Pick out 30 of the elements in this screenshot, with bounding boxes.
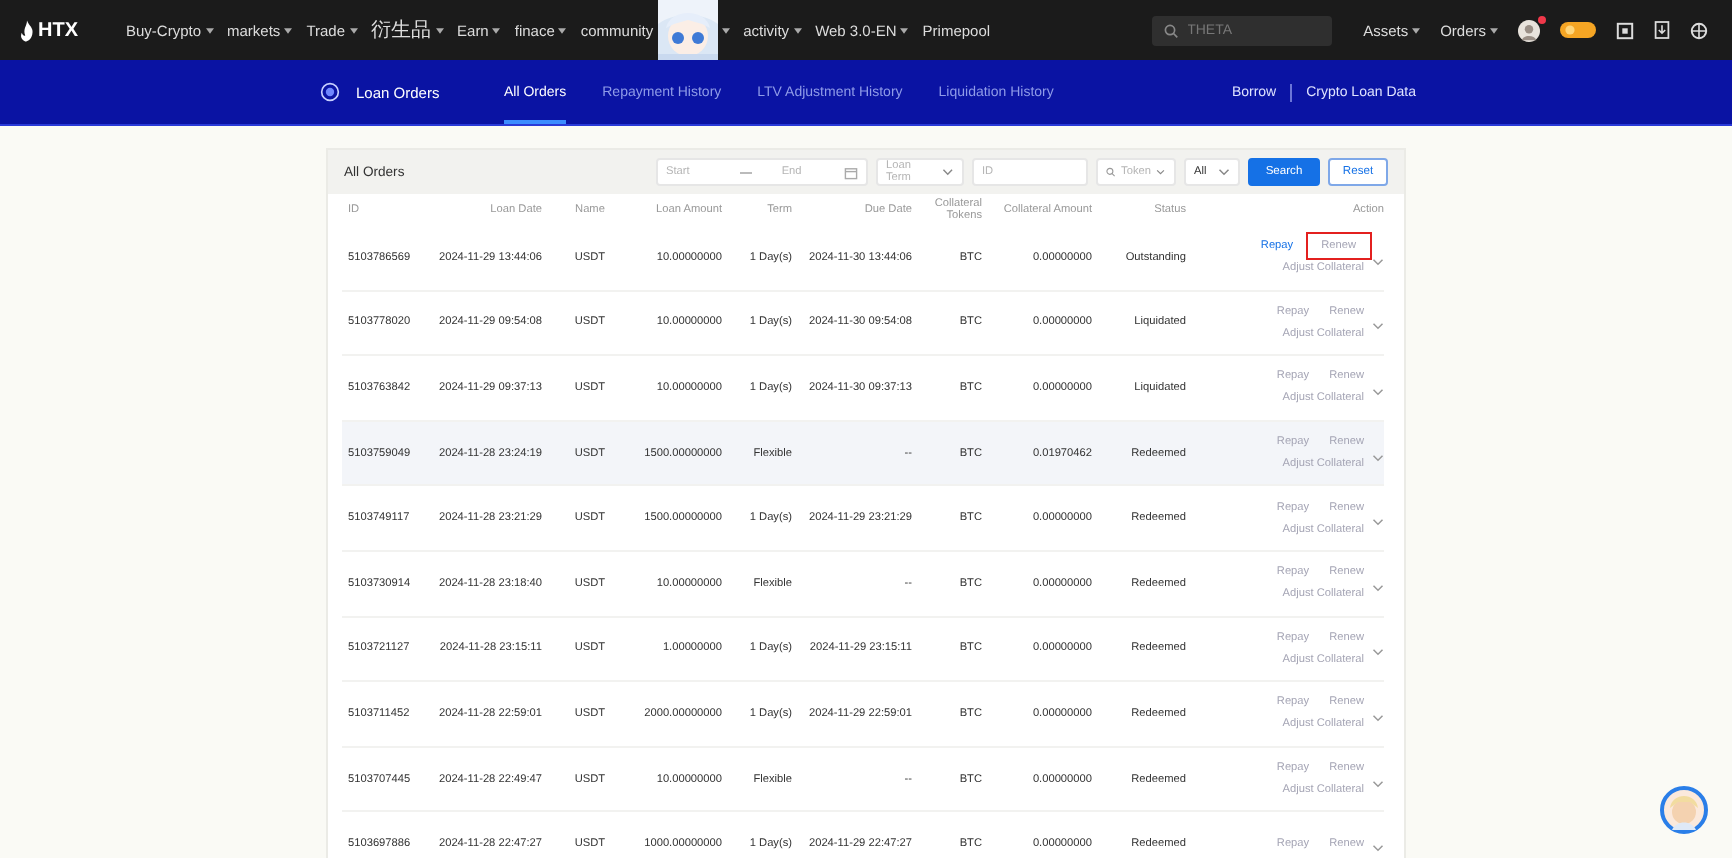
chevron-icon[interactable]	[1372, 713, 1384, 722]
chevron-icon[interactable]	[1372, 518, 1384, 527]
logo-text: HTX	[38, 19, 78, 41]
caret-icon	[721, 27, 730, 33]
chevron-icon[interactable]	[1372, 453, 1384, 462]
search-icon	[1106, 166, 1116, 178]
chevron-icon[interactable]	[1372, 779, 1384, 788]
reward-badge-icon[interactable]	[1560, 22, 1596, 38]
chevron-icon	[1156, 168, 1166, 176]
chevron-icon	[1218, 168, 1230, 176]
chevron-icon[interactable]	[1372, 387, 1384, 396]
chevron-icon[interactable]	[1372, 583, 1384, 592]
support-avatar-icon[interactable]	[1660, 786, 1708, 834]
chevron-icon[interactable]	[1372, 648, 1384, 657]
calendar-icon	[844, 165, 858, 179]
globe-icon[interactable]	[1690, 21, 1708, 39]
avatar-icon[interactable]	[1518, 19, 1540, 41]
chevron-icon	[942, 168, 954, 176]
chevron-icon[interactable]	[1372, 257, 1384, 266]
nav-menu-item[interactable]: 衍生品	[371, 16, 432, 44]
logo[interactable]: HTX	[20, 19, 100, 41]
search-icon	[1163, 23, 1178, 37]
caret-icon	[1490, 27, 1498, 33]
download-icon[interactable]	[1654, 20, 1670, 40]
chevron-icon[interactable]	[1372, 844, 1384, 853]
chevron-icon[interactable]	[1372, 322, 1384, 331]
flame-icon	[20, 19, 34, 41]
caret-icon	[1412, 27, 1421, 33]
square-icon[interactable]	[1616, 21, 1634, 39]
loan-icon	[320, 82, 340, 102]
